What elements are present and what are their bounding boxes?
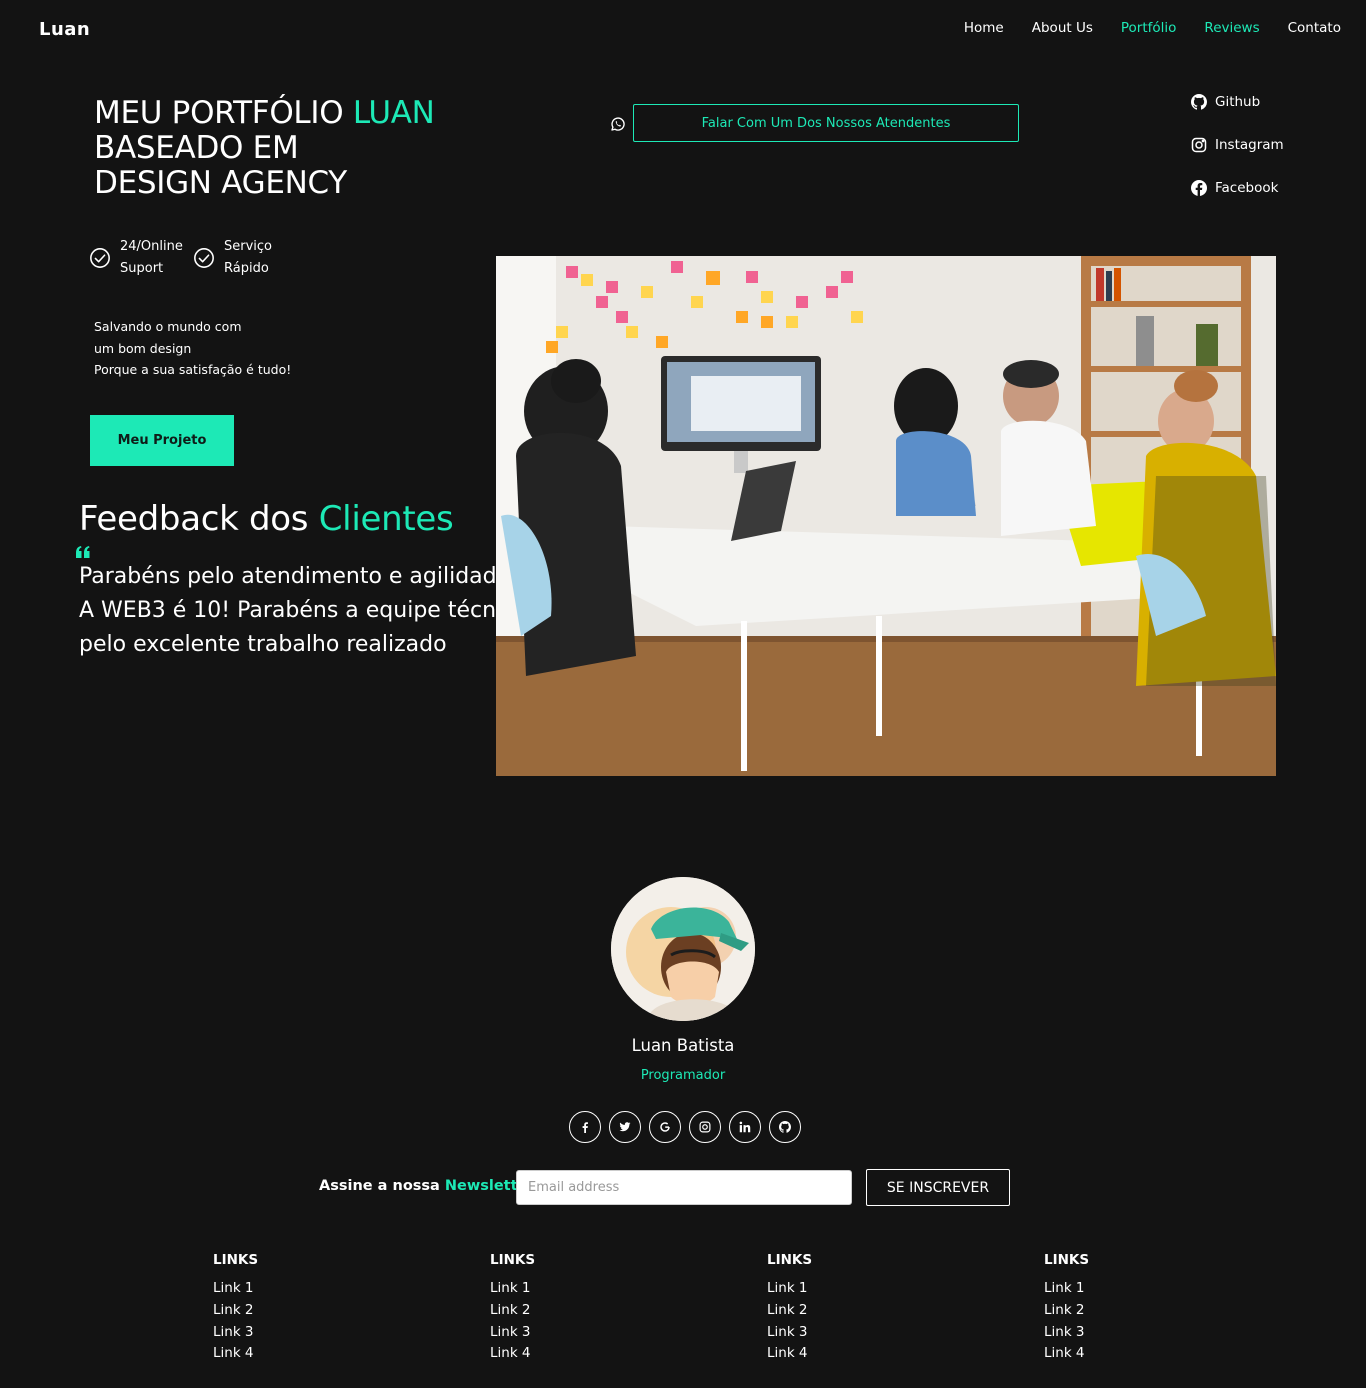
hero-title-line3: DESIGN AGENCY [94,165,347,201]
avatar-illustration [611,877,755,1021]
hero-title-line1: MEU PORTFÓLIO [94,95,353,131]
profile-google-button[interactable] [649,1111,681,1143]
footer-link[interactable]: Link 2 [213,1300,353,1322]
footer-column: LINKS Link 1 Link 2 Link 3 Link 4 [490,1252,630,1365]
footer-link[interactable]: Link 2 [767,1300,907,1322]
feedback-line2: A WEB3 é 10! Parabéns a equipe técnica [79,598,528,623]
footer-link[interactable]: Link 2 [490,1300,630,1322]
facebook-icon [1191,180,1207,196]
profile-instagram-button[interactable] [689,1111,721,1143]
social-facebook-link[interactable]: Facebook [1191,177,1284,199]
social-instagram-label: Instagram [1215,137,1284,153]
footer-link[interactable]: Link 3 [213,1322,353,1344]
twitter-icon [619,1122,631,1132]
instagram-icon [699,1121,711,1133]
profile-avatar [611,877,755,1021]
nav-home[interactable]: Home [964,20,1004,36]
footer-link[interactable]: Link 3 [1044,1322,1184,1344]
nav-portfolio[interactable]: Portfólio [1121,20,1177,36]
footer-column: LINKS Link 1 Link 2 Link 3 Link 4 [213,1252,353,1365]
profile-social-links [569,1111,801,1143]
social-facebook-label: Facebook [1215,180,1279,196]
talk-to-agent-button[interactable]: Falar Com Um Dos Nossos Atendentes [633,104,1019,142]
feedback-line1: Parabéns pelo atendimento e agilidade [79,564,511,589]
profile-facebook-button[interactable] [569,1111,601,1143]
tagline: Salvando o mundo com um bom design Porqu… [94,316,291,381]
feature-support: 24/Online Suport [89,236,183,280]
footer-link[interactable]: Link 1 [1044,1278,1184,1300]
feedback-title-main: Feedback dos [79,499,319,539]
feedback-line3: pelo excelente trabalho realizado [79,632,447,657]
newsletter-label-main: Assine a nossa [319,1178,445,1194]
profile-role: Programador [640,1068,726,1083]
footer-link[interactable]: Link 1 [767,1278,907,1300]
check-circle-icon [194,248,214,268]
social-github-label: Github [1215,94,1261,110]
facebook-icon [582,1122,588,1133]
feedback-title: Feedback dos Clientes [79,499,454,539]
footer-column: LINKS Link 1 Link 2 Link 3 Link 4 [767,1252,907,1365]
google-icon [660,1122,670,1132]
main-nav: Home About Us Portfólio Reviews Contato [964,20,1341,36]
profile-twitter-button[interactable] [609,1111,641,1143]
social-instagram-link[interactable]: Instagram [1191,134,1284,156]
feedback-title-highlight: Clientes [318,499,454,539]
footer-link[interactable]: Link 4 [213,1343,353,1365]
footer-column-title: LINKS [213,1252,259,1268]
nav-about-us[interactable]: About Us [1032,20,1093,36]
my-project-button[interactable]: Meu Projeto [90,415,234,466]
check-circle-icon [90,248,110,268]
footer-column-title: LINKS [767,1252,813,1268]
logo[interactable]: Luan [39,19,90,40]
footer-link[interactable]: Link 3 [767,1322,907,1344]
linkedin-icon [739,1121,751,1133]
profile-github-button[interactable] [769,1111,801,1143]
newsletter-label: Assine a nossa Newsletter [319,1178,535,1194]
office-illustration [496,256,1276,776]
tagline-line3: Porque a sua satisfação é tudo! [94,362,292,377]
feedback-quote: Parabéns pelo atendimento e agilidade A … [79,560,528,662]
footer-link[interactable]: Link 4 [1044,1343,1184,1365]
hero-title-highlight: LUAN [352,95,435,131]
feature-fast-line1: Serviço [224,239,273,254]
social-links-side: Github Instagram Facebook [1191,91,1284,199]
subscribe-button[interactable]: SE INSCREVER [866,1169,1010,1206]
footer-link[interactable]: Link 1 [490,1278,630,1300]
feature-fast-service: Serviço Rápido [193,236,272,280]
footer-link[interactable]: Link 3 [490,1322,630,1344]
footer-link[interactable]: Link 2 [1044,1300,1184,1322]
feature-fast-line2: Rápido [224,261,269,276]
quote-icon [76,546,90,558]
footer-column-title: LINKS [490,1252,536,1268]
hero-title: MEU PORTFÓLIO LUAN BASEADO EM DESIGN AGE… [94,96,435,201]
footer-link[interactable]: Link 4 [767,1343,907,1365]
footer-link[interactable]: Link 4 [490,1343,630,1365]
office-team-photo [496,256,1276,776]
whatsapp-icon[interactable] [609,115,627,133]
tagline-line1: Salvando o mundo com [94,319,242,334]
github-icon [779,1121,791,1133]
github-icon [1191,94,1207,110]
tagline-line2: um bom design [94,340,192,356]
hero-title-line2: BASEADO EM [94,130,299,166]
nav-reviews[interactable]: Reviews [1204,20,1259,36]
footer-column: LINKS Link 1 Link 2 Link 3 Link 4 [1044,1252,1184,1365]
newsletter-email-input[interactable] [516,1170,852,1205]
instagram-icon [1191,137,1207,153]
feature-support-line2: Suport [120,261,164,276]
feature-support-line1: 24/Online [120,239,183,254]
footer-column-title: LINKS [1044,1252,1090,1268]
profile-linkedin-button[interactable] [729,1111,761,1143]
social-github-link[interactable]: Github [1191,91,1284,113]
nav-contato[interactable]: Contato [1288,20,1341,36]
footer-link[interactable]: Link 1 [213,1278,353,1300]
profile-name: Luan Batista [631,1036,735,1055]
